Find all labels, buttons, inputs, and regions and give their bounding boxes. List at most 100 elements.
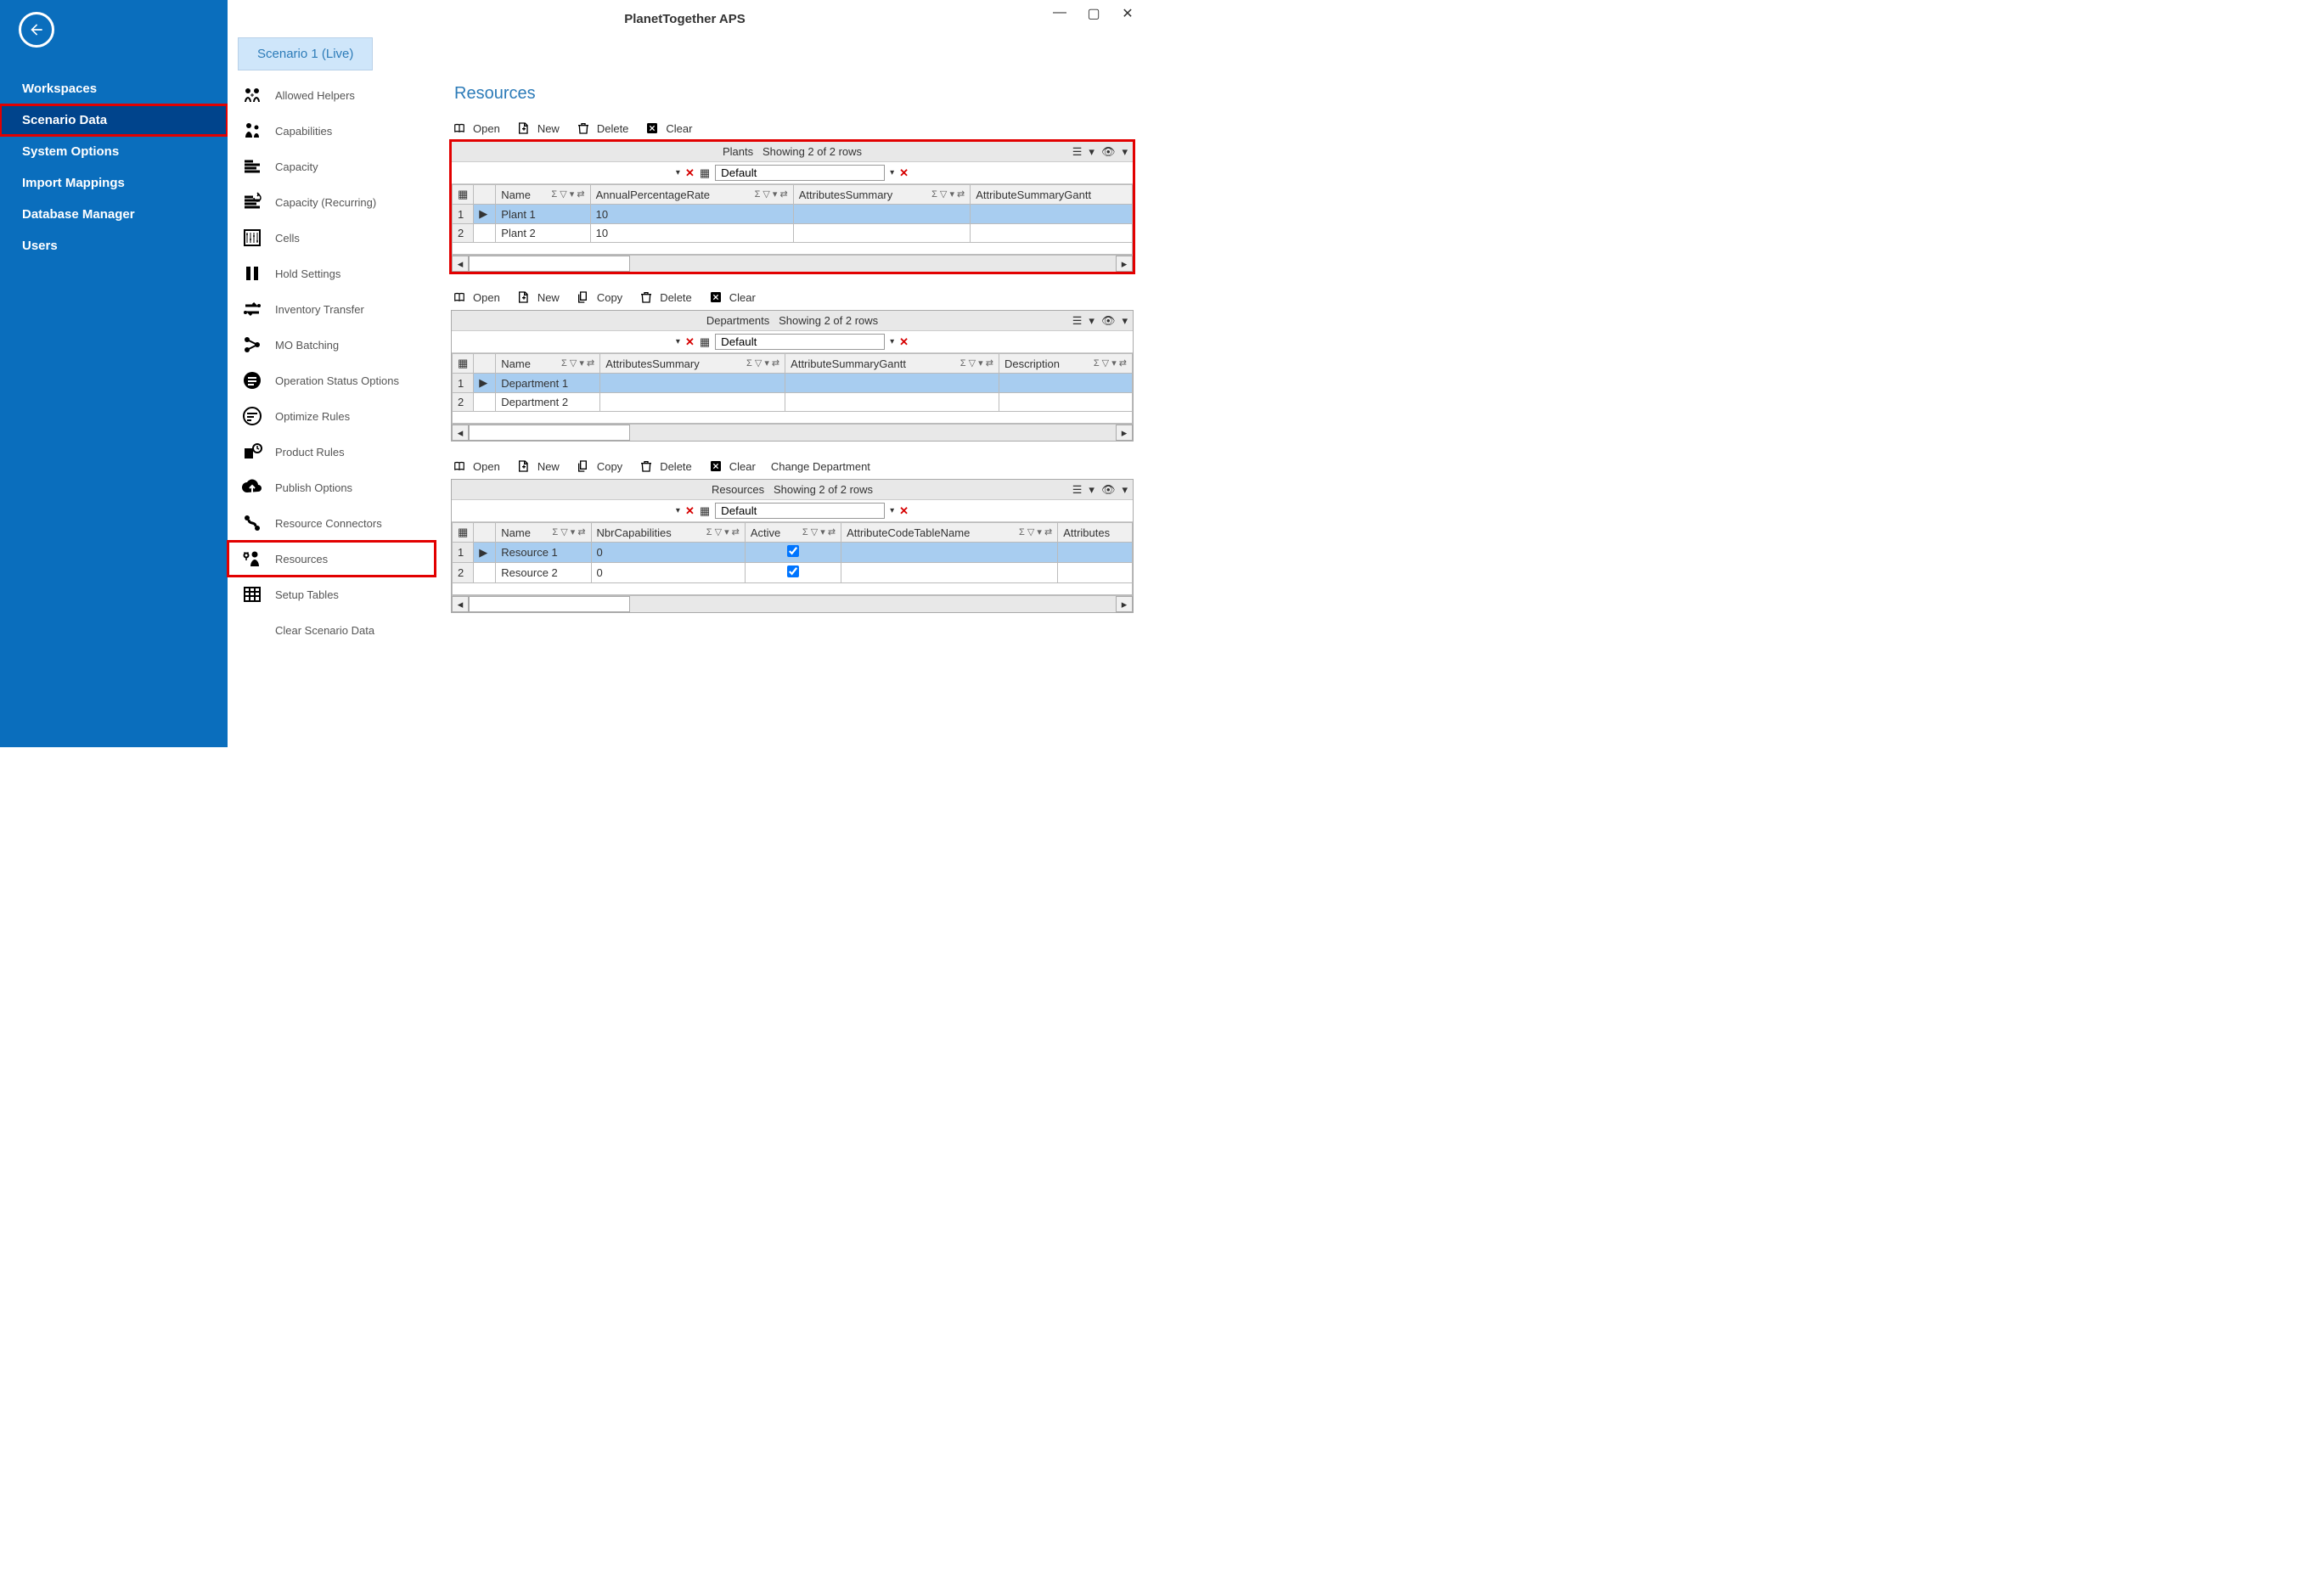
dropdown-icon[interactable]: ▾: [676, 337, 680, 346]
sidebar-item-import-mappings[interactable]: Import Mappings: [0, 167, 228, 199]
table-row[interactable]: 2 Plant 2 10: [453, 224, 1133, 243]
table-row[interactable]: 1 ▶ Plant 1 10: [453, 205, 1133, 224]
new-button[interactable]: New: [515, 459, 560, 474]
col-name[interactable]: Name Σ ▽ ▾ ⇄: [496, 523, 591, 543]
open-button[interactable]: Open: [451, 290, 500, 305]
subnav-item-optimize-rules[interactable]: Optimize Rules: [228, 398, 436, 434]
clear-button[interactable]: Clear: [644, 121, 692, 136]
layout-select[interactable]: [715, 503, 885, 519]
back-button[interactable]: [19, 12, 54, 48]
col-description[interactable]: Description Σ ▽ ▾ ⇄: [999, 354, 1132, 374]
horizontal-scrollbar[interactable]: ◂ ▸: [452, 424, 1133, 441]
scroll-right-icon[interactable]: ▸: [1116, 256, 1133, 272]
col-attributes[interactable]: Attributes: [1058, 523, 1133, 543]
eye-icon[interactable]: 👁: [1101, 145, 1116, 159]
col-attrsumgantt[interactable]: AttributeSummaryGantt Σ ▽ ▾ ⇄: [785, 354, 999, 374]
clear-button[interactable]: Clear: [707, 459, 756, 474]
maximize-button[interactable]: ▢: [1086, 5, 1101, 22]
subnav-item-mo-batching[interactable]: MO Batching: [228, 327, 436, 363]
column-chooser-icon[interactable]: ☰: [1072, 314, 1083, 328]
grid-corner-icon[interactable]: ▦: [453, 354, 474, 374]
delete-button[interactable]: Delete: [575, 121, 629, 136]
copy-button[interactable]: Copy: [575, 459, 622, 474]
dropdown-icon[interactable]: ▾: [890, 337, 894, 346]
dropdown-icon[interactable]: ▾: [1089, 483, 1094, 497]
grid-corner-icon[interactable]: ▦: [453, 523, 474, 543]
table-row[interactable]: 2 Department 2: [453, 393, 1133, 412]
minimize-button[interactable]: —: [1052, 5, 1067, 22]
eye-icon[interactable]: 👁: [1101, 314, 1116, 328]
subnav-item-operation-status-options[interactable]: Operation Status Options: [228, 363, 436, 398]
col-nbrcap[interactable]: NbrCapabilities Σ ▽ ▾ ⇄: [591, 523, 745, 543]
active-checkbox[interactable]: [787, 545, 799, 557]
dropdown-icon[interactable]: ▾: [1089, 145, 1094, 159]
scroll-left-icon[interactable]: ◂: [452, 256, 469, 272]
col-annualrate[interactable]: AnnualPercentageRate Σ ▽ ▾ ⇄: [590, 185, 793, 205]
dropdown-icon[interactable]: ▾: [676, 506, 680, 515]
subnav-item-capacity-recurring-[interactable]: Capacity (Recurring): [228, 184, 436, 220]
change-department-button[interactable]: Change Department: [771, 460, 870, 473]
subnav-item-hold-settings[interactable]: Hold Settings: [228, 256, 436, 291]
table-row[interactable]: 2 Resource 2 0: [453, 563, 1133, 583]
scroll-right-icon[interactable]: ▸: [1116, 596, 1133, 612]
subnav-item-setup-tables[interactable]: Setup Tables: [228, 577, 436, 612]
subnav-item-clear-scenario-data[interactable]: Clear Scenario Data: [228, 612, 436, 648]
delete-button[interactable]: Delete: [638, 290, 692, 305]
col-name[interactable]: Name Σ ▽ ▾ ⇄: [496, 185, 590, 205]
table-row[interactable]: 1 ▶ Resource 1 0: [453, 543, 1133, 563]
layout-select[interactable]: [715, 334, 885, 350]
dropdown-icon[interactable]: ▾: [890, 168, 894, 177]
column-chooser-icon[interactable]: ☰: [1072, 483, 1083, 497]
column-chooser-icon[interactable]: ☰: [1072, 145, 1083, 159]
horizontal-scrollbar[interactable]: ◂ ▸: [452, 595, 1133, 612]
subnav-item-inventory-transfer[interactable]: Inventory Transfer: [228, 291, 436, 327]
subnav-item-publish-options[interactable]: Publish Options: [228, 470, 436, 505]
delete-button[interactable]: Delete: [638, 459, 692, 474]
dropdown-icon[interactable]: ▾: [1122, 145, 1128, 159]
col-attrcode[interactable]: AttributeCodeTableName Σ ▽ ▾ ⇄: [841, 523, 1058, 543]
col-name[interactable]: Name Σ ▽ ▾ ⇄: [496, 354, 600, 374]
dropdown-icon[interactable]: ▾: [1122, 483, 1128, 497]
open-button[interactable]: Open: [451, 459, 500, 474]
col-active[interactable]: Active Σ ▽ ▾ ⇄: [745, 523, 841, 543]
close-icon[interactable]: ✕: [899, 504, 909, 518]
scroll-left-icon[interactable]: ◂: [452, 596, 469, 612]
sidebar-item-database-manager[interactable]: Database Manager: [0, 199, 228, 230]
subnav-item-capacity[interactable]: Capacity: [228, 149, 436, 184]
layout-select[interactable]: [715, 165, 885, 181]
open-button[interactable]: Open: [451, 121, 500, 136]
sidebar-item-scenario-data[interactable]: Scenario Data: [0, 104, 228, 136]
close-icon[interactable]: ✕: [685, 504, 695, 518]
scroll-right-icon[interactable]: ▸: [1116, 425, 1133, 441]
active-checkbox[interactable]: [787, 565, 799, 577]
close-icon[interactable]: ✕: [685, 166, 695, 180]
subnav-item-product-rules[interactable]: Product Rules: [228, 434, 436, 470]
col-attrs[interactable]: AttributesSummary Σ ▽ ▾ ⇄: [600, 354, 785, 374]
dropdown-icon[interactable]: ▾: [1089, 314, 1094, 328]
grid-corner-icon[interactable]: ▦: [453, 185, 474, 205]
subnav-item-resource-connectors[interactable]: Resource Connectors: [228, 505, 436, 541]
close-icon[interactable]: ✕: [899, 335, 909, 349]
sidebar-item-users[interactable]: Users: [0, 230, 228, 262]
close-icon[interactable]: ✕: [685, 335, 695, 349]
close-icon[interactable]: ✕: [899, 166, 909, 180]
subnav-item-capabilities[interactable]: Capabilities: [228, 113, 436, 149]
close-button[interactable]: ✕: [1120, 5, 1135, 22]
horizontal-scrollbar[interactable]: ◂ ▸: [452, 255, 1133, 272]
clear-button[interactable]: Clear: [707, 290, 756, 305]
table-row[interactable]: 1 ▶ Department 1: [453, 374, 1133, 393]
dropdown-icon[interactable]: ▾: [1122, 314, 1128, 328]
col-attrs[interactable]: AttributesSummary Σ ▽ ▾ ⇄: [793, 185, 971, 205]
sidebar-item-workspaces[interactable]: Workspaces: [0, 73, 228, 104]
copy-button[interactable]: Copy: [575, 290, 622, 305]
new-button[interactable]: New: [515, 121, 560, 136]
sidebar-item-system-options[interactable]: System Options: [0, 136, 228, 167]
dropdown-icon[interactable]: ▾: [676, 168, 680, 177]
subnav-item-resources[interactable]: Resources: [228, 541, 436, 577]
new-button[interactable]: New: [515, 290, 560, 305]
subnav-item-cells[interactable]: Cells: [228, 220, 436, 256]
col-attrsumgantt[interactable]: AttributeSummaryGantt: [971, 185, 1133, 205]
eye-icon[interactable]: 👁: [1101, 483, 1116, 497]
tab-scenario[interactable]: Scenario 1 (Live): [238, 37, 373, 70]
scroll-left-icon[interactable]: ◂: [452, 425, 469, 441]
